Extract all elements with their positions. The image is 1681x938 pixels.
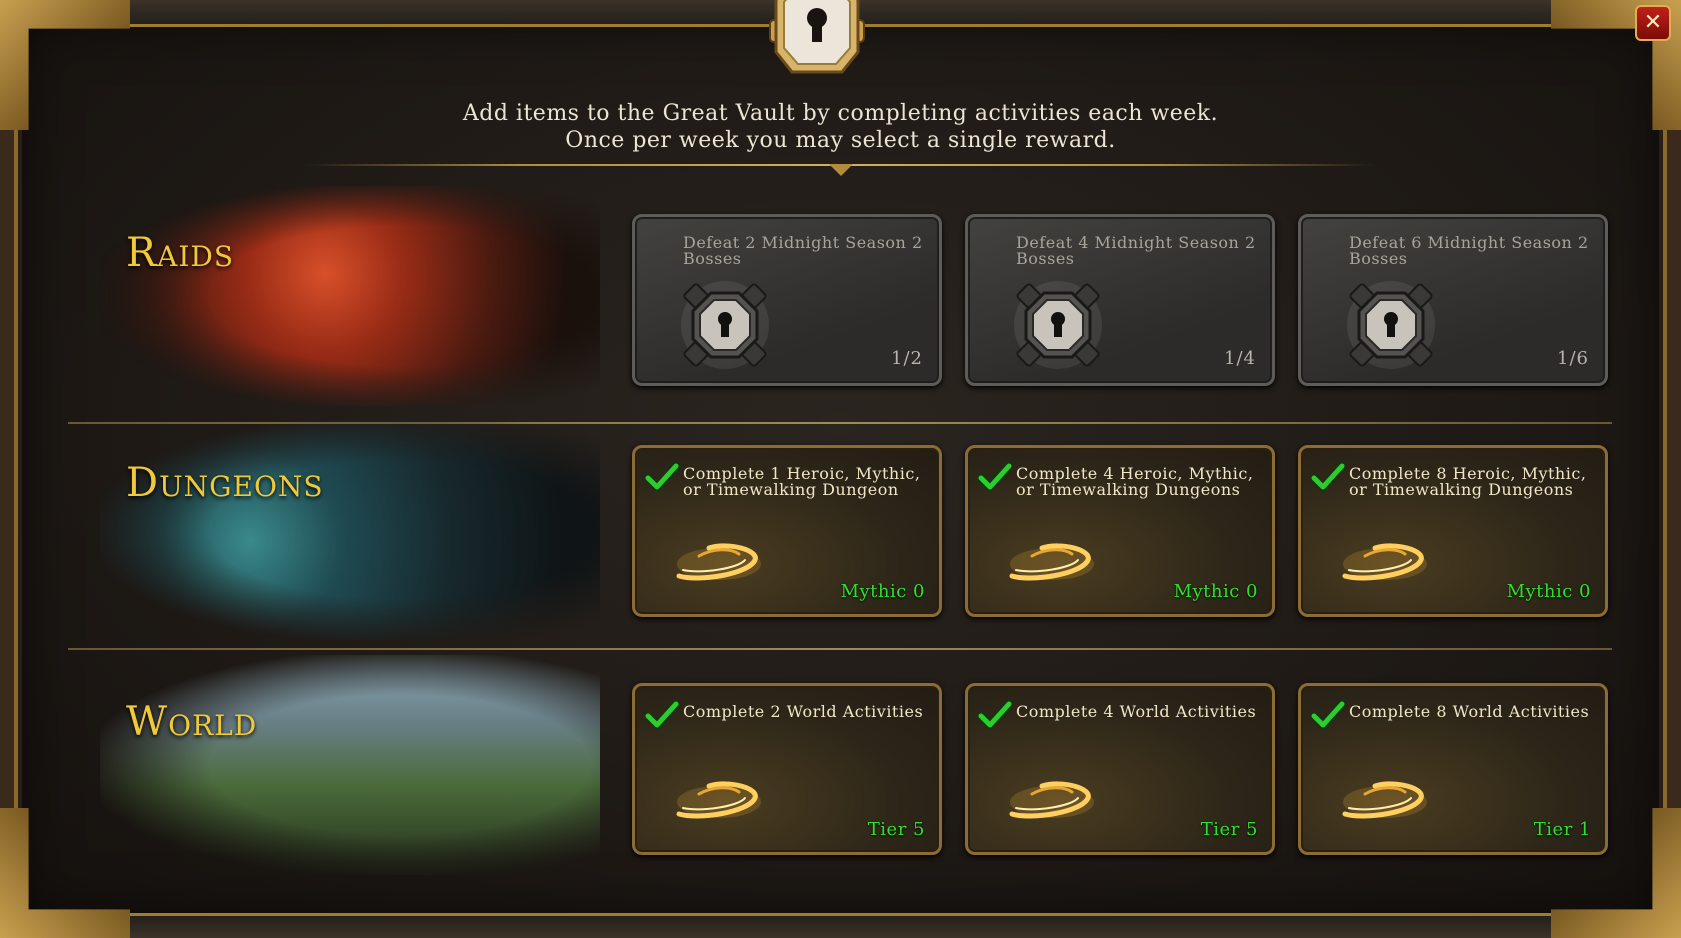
intro-line-1: Add items to the Great Vault by completi… <box>462 101 1219 126</box>
row-divider <box>68 648 1612 650</box>
intro-text: Add items to the Great Vault by completi… <box>0 100 1681 154</box>
golden-swirl-icon <box>1335 768 1435 828</box>
card-reward: Mythic 0 <box>1173 581 1258 602</box>
checkmark-icon <box>645 700 679 730</box>
golden-swirl-icon <box>1002 530 1102 590</box>
checkmark-icon <box>1311 462 1345 492</box>
frame-bottom-bar <box>120 913 1560 938</box>
world-artwork <box>100 655 600 875</box>
checkmark-icon <box>978 700 1012 730</box>
world-reward-slot-2[interactable]: Complete 4 World Activities Tier 5 <box>965 683 1275 855</box>
row-label-raids: Raids <box>126 230 235 276</box>
dungeons-artwork <box>100 420 600 640</box>
raids-reward-slot-1[interactable]: Defeat 2 Midnight Season 2 Bosses 1/2 <box>632 214 942 386</box>
close-icon: ✕ <box>1643 10 1663 35</box>
card-title: Defeat 4 Midnight Season 2 Bosses <box>1016 233 1256 268</box>
card-reward: Mythic 0 <box>1506 581 1591 602</box>
card-title: Defeat 6 Midnight Season 2 Bosses <box>1349 233 1589 268</box>
card-title: Complete 4 Heroic, Mythic, or Timewalkin… <box>1016 464 1254 499</box>
golden-swirl-icon <box>669 530 769 590</box>
close-button[interactable]: ✕ <box>1635 5 1671 41</box>
golden-swirl-icon <box>1335 530 1435 590</box>
card-reward: Tier 5 <box>1200 819 1258 840</box>
golden-swirl-icon <box>1002 768 1102 828</box>
dungeons-reward-slot-1[interactable]: Complete 1 Heroic, Mythic, or Timewalkin… <box>632 445 942 617</box>
intro-line-2: Once per week you may select a single re… <box>565 128 1116 153</box>
intro-divider-tip <box>829 164 853 176</box>
world-reward-slot-1[interactable]: Complete 2 World Activities Tier 5 <box>632 683 942 855</box>
card-progress: 1/2 <box>891 348 923 369</box>
world-reward-slot-3[interactable]: Complete 8 World Activities Tier 1 <box>1298 683 1608 855</box>
card-reward: Tier 5 <box>867 819 925 840</box>
vault-lock-icon <box>679 279 771 371</box>
card-progress: 1/6 <box>1557 348 1589 369</box>
card-title: Complete 4 World Activities <box>1016 702 1257 721</box>
card-title: Complete 1 Heroic, Mythic, or Timewalkin… <box>683 464 921 499</box>
raids-reward-slot-3[interactable]: Defeat 6 Midnight Season 2 Bosses 1/6 <box>1298 214 1608 386</box>
card-progress: 1/4 <box>1224 348 1256 369</box>
checkmark-icon <box>1311 700 1345 730</box>
vault-lock-icon <box>1012 279 1104 371</box>
raids-reward-slot-2[interactable]: Defeat 4 Midnight Season 2 Bosses 1/4 <box>965 214 1275 386</box>
raids-artwork <box>100 186 600 406</box>
keyhole-lock-icon <box>769 0 865 74</box>
card-title: Complete 8 World Activities <box>1349 702 1590 721</box>
vault-lock-icon <box>1345 279 1437 371</box>
row-label-world: World <box>126 699 258 745</box>
card-title: Complete 8 Heroic, Mythic, or Timewalkin… <box>1349 464 1587 499</box>
card-reward: Mythic 0 <box>840 581 925 602</box>
card-title: Complete 2 World Activities <box>683 702 924 721</box>
dungeons-reward-slot-3[interactable]: Complete 8 Heroic, Mythic, or Timewalkin… <box>1298 445 1608 617</box>
card-reward: Tier 1 <box>1533 819 1591 840</box>
row-label-dungeons: Dungeons <box>126 460 324 506</box>
card-title: Defeat 2 Midnight Season 2 Bosses <box>683 233 923 268</box>
checkmark-icon <box>978 462 1012 492</box>
dungeons-reward-slot-2[interactable]: Complete 4 Heroic, Mythic, or Timewalkin… <box>965 445 1275 617</box>
checkmark-icon <box>645 462 679 492</box>
golden-swirl-icon <box>669 768 769 828</box>
